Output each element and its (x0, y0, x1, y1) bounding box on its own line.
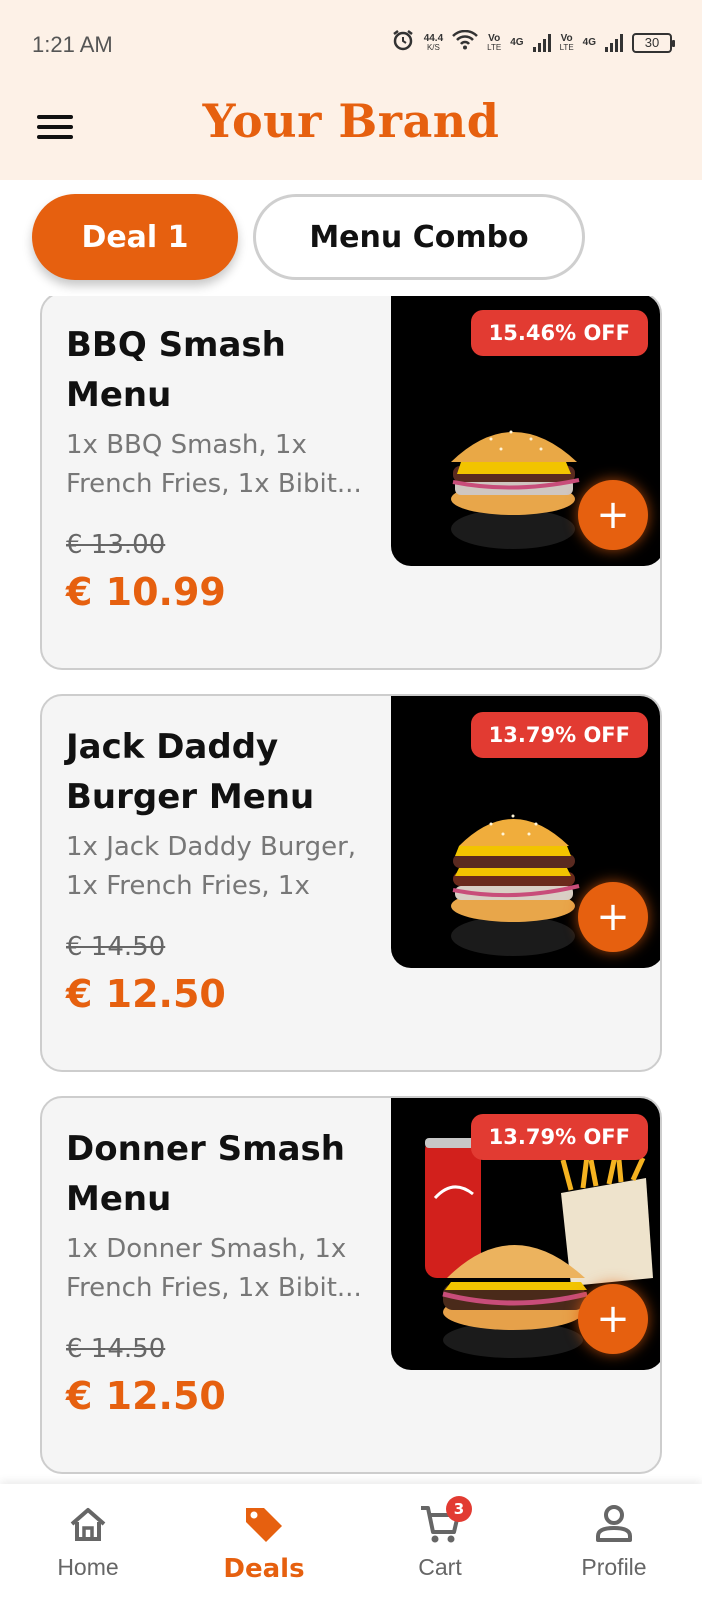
deal-description: 1x Donner Smash, 1x French Fries, 1x Bib… (66, 1234, 362, 1303)
deal-old-price: € 13.00 (66, 530, 166, 560)
bottom-nav: Home Deals 3 Cart Profile (0, 1484, 702, 1599)
nav-deals[interactable]: Deals (176, 1484, 352, 1599)
nav-home[interactable]: Home (0, 1484, 176, 1599)
deal-image: 13.79% OFF + (391, 696, 660, 968)
deal-price: € 12.50 (66, 972, 226, 1016)
add-to-cart-button[interactable]: + (578, 480, 648, 550)
net-speed: 44.4 K/S (423, 32, 444, 52)
nav-profile-label: Profile (581, 1554, 647, 1580)
deal-card[interactable]: BBQ Smash Menu 1x BBQ Smash, 1x French F… (40, 296, 662, 670)
deal-tabs: Deal 1 Menu Combo (0, 180, 702, 296)
nav-cart[interactable]: 3 Cart (352, 1484, 528, 1599)
nav-deals-label: Deals (223, 1554, 305, 1584)
signal-icon-2 (605, 33, 623, 52)
home-icon (66, 1502, 110, 1546)
brand-title: Your Brand (202, 94, 500, 148)
deal-description: 1x Jack Daddy Burger, 1x French Fries, 1… (66, 832, 357, 901)
wifi-icon (452, 29, 479, 55)
cart-count-badge: 3 (446, 1496, 472, 1522)
deal-card[interactable]: Jack Daddy Burger Menu 1x Jack Daddy Bur… (40, 694, 662, 1072)
add-to-cart-button[interactable]: + (578, 882, 648, 952)
status-time: 1:21 AM (32, 32, 113, 57)
deal-price: € 12.50 (66, 1374, 226, 1418)
deal-card[interactable]: Donner Smash Menu 1x Donner Smash, 1x Fr… (40, 1096, 662, 1474)
sim1-volte: Vo LTE (487, 32, 502, 52)
deal-title: BBQ Smash Menu (66, 325, 286, 415)
status-bar: 1:21 AM 44.4 K/S Vo LTE 4G Vo LTE 4G 30 (0, 0, 702, 88)
discount-badge: 15.46% OFF (470, 310, 648, 356)
deal-image: 15.46% OFF + (391, 296, 660, 566)
deal-title: Jack Daddy Burger Menu (66, 727, 315, 817)
nav-cart-label: Cart (418, 1554, 462, 1580)
discount-badge: 13.79% OFF (470, 1114, 648, 1160)
sim1-gen: 4G (510, 36, 524, 48)
deal-title: Donner Smash Menu (66, 1129, 345, 1219)
cart-icon: 3 (418, 1496, 472, 1546)
battery-icon: 30 (632, 32, 675, 53)
alarm-icon (391, 28, 415, 57)
status-icons: 44.4 K/S Vo LTE 4G Vo LTE 4G 30 (391, 28, 675, 57)
deal-image: 13.79% OFF + (391, 1098, 660, 1370)
tab-menu-combo[interactable]: Menu Combo (253, 194, 585, 280)
deal-list[interactable]: BBQ Smash Menu 1x BBQ Smash, 1x French F… (0, 296, 702, 1484)
tag-icon (242, 1502, 286, 1546)
deal-old-price: € 14.50 (66, 1334, 166, 1364)
deal-old-price: € 14.50 (66, 932, 166, 962)
deal-description: 1x BBQ Smash, 1x French Fries, 1x Bibit.… (66, 430, 362, 499)
sim2-volte: Vo LTE (559, 32, 574, 52)
discount-badge: 13.79% OFF (470, 712, 648, 758)
nav-home-label: Home (57, 1554, 119, 1580)
tab-deal-1[interactable]: Deal 1 (32, 194, 238, 280)
nav-profile[interactable]: Profile (526, 1484, 702, 1599)
deal-price: € 10.99 (66, 570, 226, 614)
app-bar: Your Brand (0, 88, 702, 180)
signal-icon (532, 33, 551, 52)
sim2-gen: 4G (582, 36, 596, 48)
add-to-cart-button[interactable]: + (578, 1284, 648, 1354)
person-icon (592, 1502, 636, 1546)
